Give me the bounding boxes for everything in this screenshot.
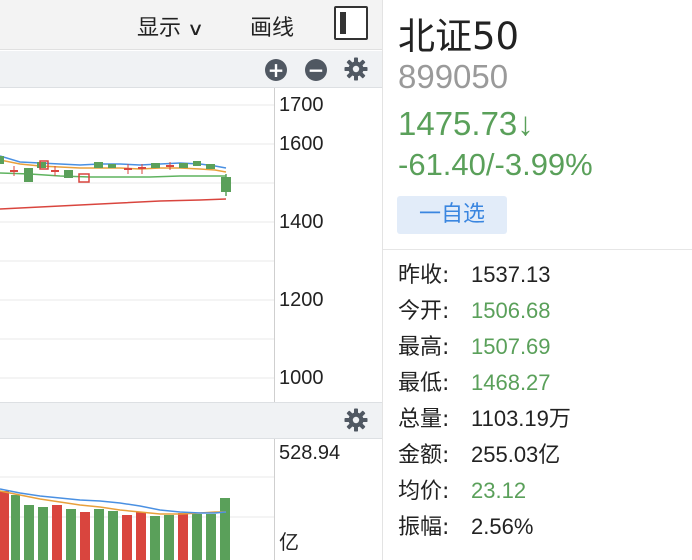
volume-chart[interactable]: 528.94 亿 [0, 439, 382, 560]
stat-row: 总量: 1103.19万 [398, 403, 688, 439]
stock-name: 北证50 [398, 15, 520, 58]
candle [108, 164, 116, 168]
stat-value: 1103.19万 [471, 406, 571, 431]
stat-value: 1507.69 [471, 334, 551, 359]
volume-bar [220, 498, 230, 560]
candle [193, 161, 201, 166]
volume-bar [192, 514, 202, 560]
main-chart-gear-icon[interactable] [344, 57, 368, 81]
volume-bar [122, 515, 132, 560]
volume-bar [164, 515, 174, 560]
stat-label: 金额: [398, 443, 450, 468]
volume-bar [136, 512, 146, 560]
stat-row: 昨收: 1537.13 [398, 259, 688, 295]
stat-label: 总量: [398, 407, 450, 432]
volume-bar [66, 509, 76, 560]
quote-panel: 北证50 899050 1475.73↓ -61.40/-3.99% 一自选 昨… [382, 0, 692, 560]
zoom-out-icon[interactable]: − [305, 59, 327, 81]
candle [51, 170, 59, 172]
volume-max-label: 528.94 [279, 442, 340, 464]
candle [37, 162, 46, 168]
candle [24, 168, 33, 182]
candle [179, 163, 188, 168]
stat-value: 1537.13 [471, 262, 551, 287]
candlestick-chart[interactable]: 1700 1600 1400 1200 1000 [0, 88, 382, 402]
volume-bar [150, 516, 160, 560]
chart-area: 显示 ∨ 画线 + − 1700 1600 1400 1200 1000 528… [0, 0, 382, 560]
price-change: -61.40/-3.99% [398, 147, 593, 182]
main-chart-toolbar: + − [0, 51, 382, 88]
stat-label: 均价: [398, 479, 450, 504]
volume-bar [24, 505, 34, 560]
zoom-in-icon[interactable]: + [265, 59, 287, 81]
volume-chart-toolbar [0, 402, 382, 439]
candle [10, 170, 18, 172]
stat-label: 最高: [398, 335, 450, 360]
stat-value: 23.12 [471, 478, 527, 503]
candle [78, 173, 90, 183]
stat-value: 2.56% [471, 514, 534, 539]
panel-toggle-icon[interactable] [334, 6, 368, 40]
candle [124, 168, 132, 170]
draw-line-button[interactable]: 画线 [250, 10, 294, 42]
y-tick-label: 1000 [279, 367, 324, 389]
volume-bar [38, 507, 48, 560]
candle [138, 167, 146, 169]
volume-bar [0, 491, 9, 560]
stat-label: 最低: [398, 371, 450, 396]
y-tick-label: 1400 [279, 211, 324, 233]
stat-row: 今开: 1506.68 [398, 295, 688, 331]
candle [221, 177, 231, 192]
volume-bars [0, 491, 230, 560]
volume-bar [52, 505, 62, 560]
candle [206, 164, 215, 169]
volume-bar [80, 512, 90, 560]
stats-list: 昨收: 1537.13 今开: 1506.68 最高: 1507.69 最低: 1468… [398, 259, 688, 547]
candle [64, 170, 73, 178]
volume-chart-gear-icon[interactable] [344, 408, 368, 432]
stat-value: 1506.68 [471, 298, 551, 323]
y-tick-label: 1700 [279, 94, 324, 116]
volume-unit-label: 亿 [279, 531, 299, 554]
stat-row: 最高: 1507.69 [398, 331, 688, 367]
y-tick-label: 1200 [279, 289, 324, 311]
display-menu-button[interactable]: 显示 ∨ [137, 10, 205, 42]
y-tick-label: 1600 [279, 133, 324, 155]
stat-value: 1468.27 [471, 370, 551, 395]
chart-top-toolbar: 显示 ∨ 画线 [0, 0, 382, 50]
volume-bar [94, 509, 104, 560]
candle [166, 165, 174, 167]
stat-label: 今开: [398, 299, 450, 324]
stat-row: 均价: 23.12 [398, 475, 688, 511]
stat-row: 金额: 255.03亿 [398, 439, 688, 475]
volume-bar [11, 495, 20, 560]
price-row: 1475.73↓ [398, 105, 534, 143]
watchlist-button[interactable]: 一自选 [397, 196, 507, 234]
stat-label: 昨收: [398, 263, 450, 288]
down-arrow-icon: ↓ [517, 105, 534, 142]
volume-bar [108, 511, 118, 560]
current-price: 1475.73 [398, 105, 518, 142]
divider [383, 249, 692, 250]
chevron-down-icon: ∨ [187, 19, 205, 40]
stock-code: 899050 [398, 58, 509, 95]
volume-bar [178, 513, 188, 560]
candle [0, 156, 4, 164]
candle [94, 162, 103, 168]
stat-value: 255.03亿 [471, 442, 561, 467]
stat-label: 振幅: [398, 515, 450, 540]
display-menu-label: 显示 [137, 16, 182, 41]
stat-row: 振幅: 2.56% [398, 511, 688, 547]
candle [151, 163, 160, 168]
stat-row: 最低: 1468.27 [398, 367, 688, 403]
volume-bar [206, 514, 216, 560]
